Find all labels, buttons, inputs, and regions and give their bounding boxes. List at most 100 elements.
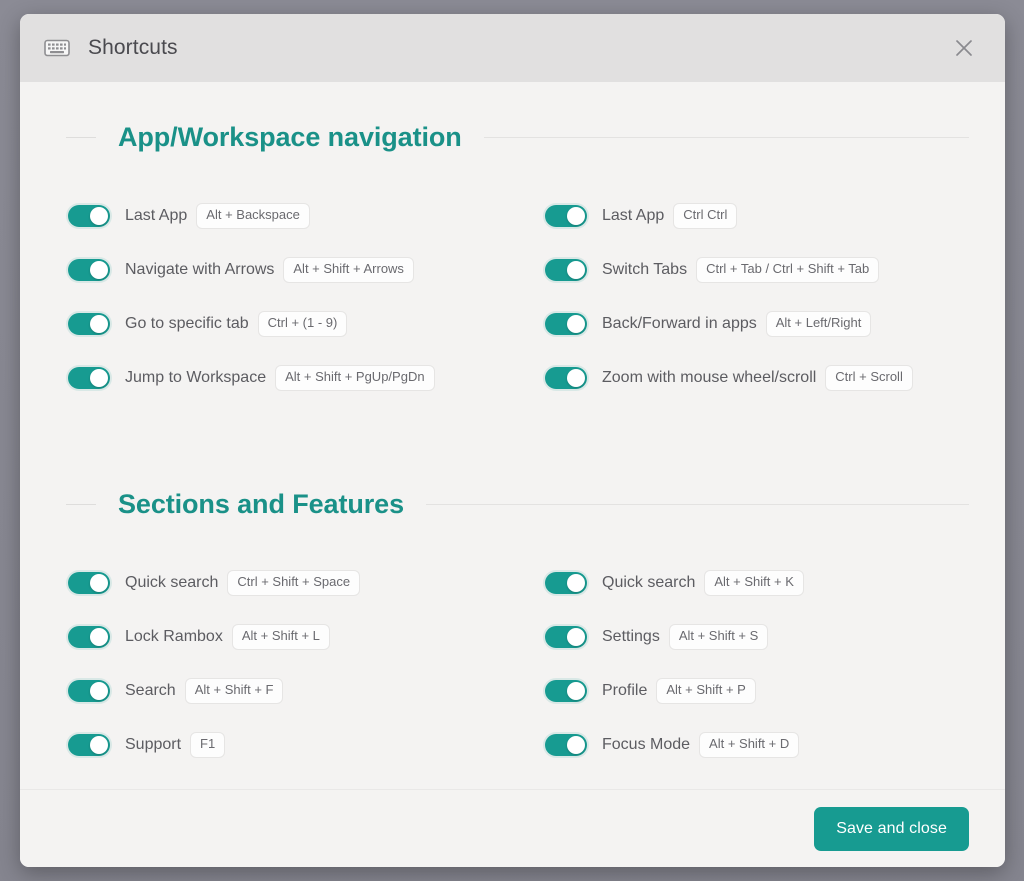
- toggle-knob: [90, 369, 108, 387]
- shortcut-keys: Alt + Shift + P: [656, 678, 756, 703]
- shortcut-row: Zoom with mouse wheel/scroll Ctrl + Scro…: [521, 351, 969, 405]
- shortcut-toggle[interactable]: [545, 313, 587, 335]
- shortcut-toggle[interactable]: [68, 205, 110, 227]
- shortcut-keys: Alt + Shift + Arrows: [283, 257, 414, 282]
- divider-right: [426, 504, 969, 505]
- shortcut-toggle[interactable]: [68, 572, 110, 594]
- divider-left: [66, 137, 96, 138]
- shortcut-toggle[interactable]: [545, 367, 587, 389]
- shortcut-toggle[interactable]: [545, 626, 587, 648]
- dialog-header: Shortcuts: [20, 14, 1005, 82]
- shortcut-row: Support F1: [56, 718, 521, 772]
- shortcut-row: Search Alt + Shift + F: [56, 664, 521, 718]
- toggle-knob: [567, 207, 585, 225]
- toggle-knob: [567, 261, 585, 279]
- shortcut-keys: Ctrl + (1 - 9): [258, 311, 348, 336]
- shortcut-row: Go to specific tab Ctrl + (1 - 9): [56, 297, 521, 351]
- shortcut-toggle[interactable]: [68, 680, 110, 702]
- shortcut-toggle[interactable]: [545, 259, 587, 281]
- shortcut-keys: Alt + Shift + PgUp/PgDn: [275, 365, 434, 390]
- shortcut-toggle[interactable]: [68, 259, 110, 281]
- shortcut-keys: Ctrl Ctrl: [673, 203, 737, 228]
- section-title: App/Workspace navigation: [96, 122, 484, 153]
- section-header: Sections and Features: [56, 489, 969, 520]
- shortcut-keys: Alt + Shift + L: [232, 624, 330, 649]
- shortcut-keys: Alt + Shift + K: [704, 570, 804, 595]
- toggle-knob: [90, 574, 108, 592]
- divider-right: [484, 137, 969, 138]
- toggle-knob: [567, 736, 585, 754]
- shortcut-row: Switch Tabs Ctrl + Tab / Ctrl + Shift + …: [521, 243, 969, 297]
- divider-left: [66, 504, 96, 505]
- shortcut-row: Quick search Ctrl + Shift + Space: [56, 556, 521, 610]
- toggle-knob: [567, 682, 585, 700]
- shortcut-toggle[interactable]: [68, 367, 110, 389]
- shortcut-label: Jump to Workspace: [125, 369, 266, 387]
- toggle-knob: [567, 369, 585, 387]
- section-sections-and-features: Sections and Features Quick search Ctrl …: [56, 489, 969, 772]
- shortcut-label: Profile: [602, 682, 647, 700]
- shortcut-label: Support: [125, 736, 181, 754]
- toggle-knob: [567, 628, 585, 646]
- section-header: App/Workspace navigation: [56, 122, 969, 153]
- toggle-knob: [90, 736, 108, 754]
- shortcut-label: Quick search: [125, 574, 218, 592]
- shortcut-label: Go to specific tab: [125, 315, 249, 333]
- shortcut-label: Back/Forward in apps: [602, 315, 757, 333]
- shortcut-label: Zoom with mouse wheel/scroll: [602, 369, 816, 387]
- toggle-knob: [90, 207, 108, 225]
- shortcut-row: Back/Forward in apps Alt + Left/Right: [521, 297, 969, 351]
- dialog-footer: Save and close: [20, 789, 1005, 867]
- shortcut-row: Focus Mode Alt + Shift + D: [521, 718, 969, 772]
- shortcut-keys: Alt + Shift + F: [185, 678, 284, 703]
- shortcut-grid: Last App Alt + Backspace Last App Ctrl C…: [56, 189, 969, 405]
- shortcut-row: Lock Rambox Alt + Shift + L: [56, 610, 521, 664]
- shortcut-label: Quick search: [602, 574, 695, 592]
- dialog-title: Shortcuts: [88, 36, 178, 60]
- toggle-knob: [90, 315, 108, 333]
- shortcut-keys: Alt + Backspace: [196, 203, 310, 228]
- shortcut-row: Last App Alt + Backspace: [56, 189, 521, 243]
- shortcut-toggle[interactable]: [68, 313, 110, 335]
- section-title: Sections and Features: [96, 489, 426, 520]
- shortcut-label: Focus Mode: [602, 736, 690, 754]
- shortcut-label: Switch Tabs: [602, 261, 687, 279]
- dialog-body: App/Workspace navigation Last App Alt + …: [20, 82, 1005, 789]
- shortcut-label: Settings: [602, 628, 660, 646]
- shortcut-keys: Alt + Shift + D: [699, 732, 799, 757]
- shortcut-toggle[interactable]: [545, 734, 587, 756]
- shortcut-toggle[interactable]: [545, 572, 587, 594]
- shortcut-row: Navigate with Arrows Alt + Shift + Arrow…: [56, 243, 521, 297]
- toggle-knob: [90, 261, 108, 279]
- shortcut-row: Quick search Alt + Shift + K: [521, 556, 969, 610]
- shortcut-row: Last App Ctrl Ctrl: [521, 189, 969, 243]
- shortcut-toggle[interactable]: [68, 626, 110, 648]
- shortcut-label: Navigate with Arrows: [125, 261, 274, 279]
- shortcut-row: Jump to Workspace Alt + Shift + PgUp/PgD…: [56, 351, 521, 405]
- shortcuts-dialog: Shortcuts App/Workspace navigation Last …: [20, 14, 1005, 867]
- shortcut-label: Last App: [602, 207, 664, 225]
- shortcut-toggle[interactable]: [68, 734, 110, 756]
- toggle-knob: [90, 682, 108, 700]
- save-and-close-button[interactable]: Save and close: [814, 807, 969, 851]
- shortcut-label: Search: [125, 682, 176, 700]
- close-icon[interactable]: [947, 31, 981, 65]
- shortcut-grid: Quick search Ctrl + Shift + Space Quick …: [56, 556, 969, 772]
- toggle-knob: [567, 574, 585, 592]
- shortcut-keys: Alt + Left/Right: [766, 311, 872, 336]
- shortcut-keys: Ctrl + Tab / Ctrl + Shift + Tab: [696, 257, 879, 282]
- toggle-knob: [567, 315, 585, 333]
- toggle-knob: [90, 628, 108, 646]
- shortcut-toggle[interactable]: [545, 205, 587, 227]
- shortcut-keys: Alt + Shift + S: [669, 624, 769, 649]
- section-app-workspace-navigation: App/Workspace navigation Last App Alt + …: [56, 122, 969, 405]
- shortcut-toggle[interactable]: [545, 680, 587, 702]
- shortcut-label: Last App: [125, 207, 187, 225]
- keyboard-icon: [44, 38, 70, 58]
- shortcut-label: Lock Rambox: [125, 628, 223, 646]
- shortcut-row: Settings Alt + Shift + S: [521, 610, 969, 664]
- shortcut-keys: Ctrl + Scroll: [825, 365, 913, 390]
- shortcut-keys: F1: [190, 732, 225, 757]
- shortcut-keys: Ctrl + Shift + Space: [227, 570, 360, 595]
- shortcut-row: Profile Alt + Shift + P: [521, 664, 969, 718]
